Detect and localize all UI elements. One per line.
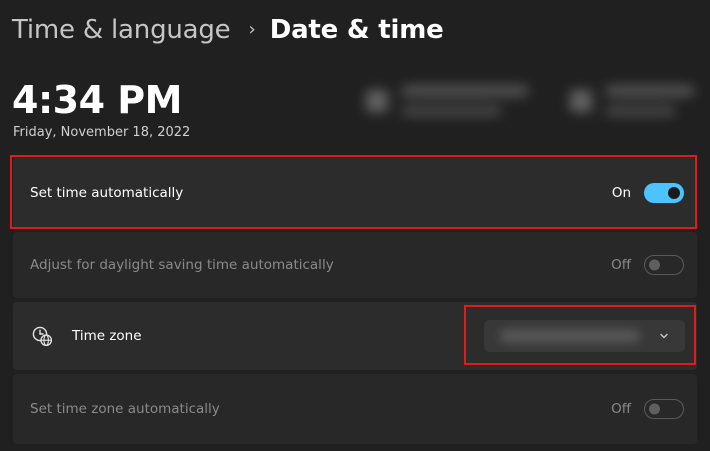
clock-globe-icon	[32, 326, 53, 347]
toggle-knob	[649, 259, 660, 271]
setting-time-zone: Time zone	[13, 302, 697, 370]
setting-set-time-automatically: Set time automatically On	[13, 158, 697, 228]
setting-label: Set time automatically	[30, 185, 184, 201]
toggle-state-text: Off	[611, 257, 631, 273]
setting-label: Set time zone automatically	[30, 401, 220, 417]
blurred-selected-value	[500, 330, 640, 342]
setting-label: Adjust for daylight saving time automati…	[30, 257, 334, 273]
toggle-state-text: On	[611, 185, 631, 201]
daylight-saving-toggle	[644, 255, 684, 275]
blurred-region	[566, 76, 695, 132]
toggle-knob	[668, 187, 680, 199]
page-title: Date & time	[269, 15, 444, 45]
setting-daylight-saving: Adjust for daylight saving time automati…	[13, 232, 697, 298]
setting-label: Time zone	[72, 328, 142, 344]
breadcrumb-parent-link[interactable]: Time & language	[12, 15, 231, 45]
toggle-group: On	[612, 183, 684, 203]
time-zone-dropdown[interactable]	[484, 320, 685, 352]
set-time-zone-automatically-toggle	[644, 399, 684, 419]
setting-set-time-zone-automatically: Set time zone automatically Off	[13, 374, 697, 444]
current-time: 4:34 PM	[12, 78, 182, 122]
current-date: Friday, November 18, 2022	[13, 125, 191, 140]
toggle-state-text: Off	[611, 401, 631, 417]
toggle-group: Off	[611, 399, 684, 419]
chevron-down-icon	[660, 333, 668, 339]
blurred-region	[362, 76, 542, 132]
breadcrumb-separator-icon: ›	[248, 18, 256, 40]
toggle-group: Off	[611, 255, 684, 275]
set-time-automatically-toggle[interactable]	[644, 183, 684, 203]
breadcrumb: Time & language › Date & time	[12, 12, 444, 48]
toggle-knob	[649, 403, 660, 415]
